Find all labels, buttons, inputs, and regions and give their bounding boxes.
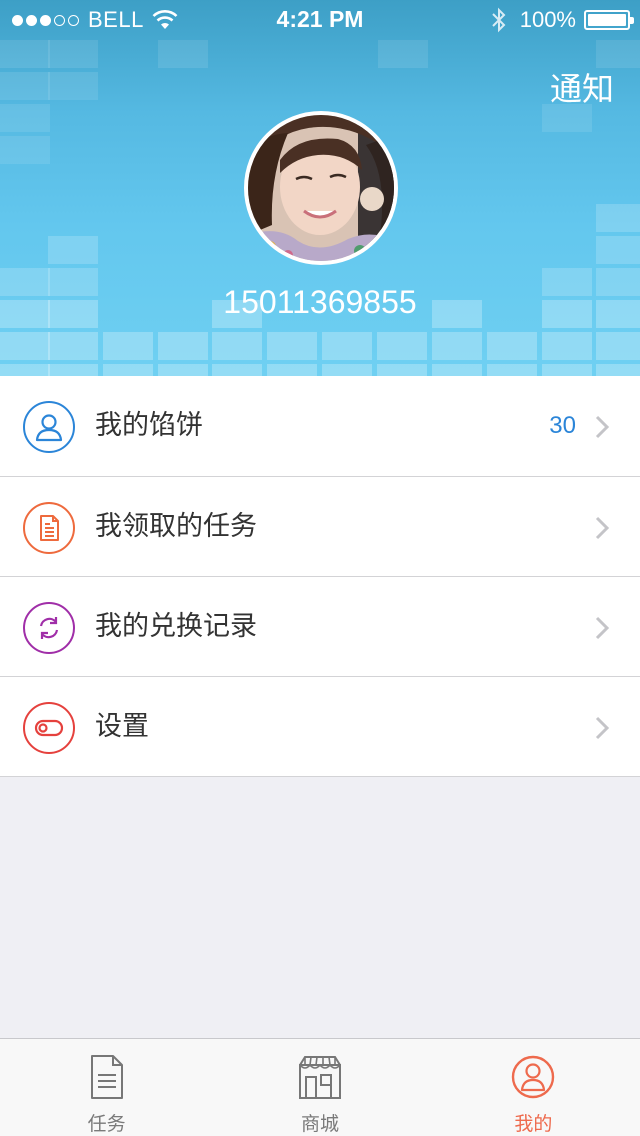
avatar[interactable] [244, 111, 398, 265]
chevron-right-icon [595, 415, 610, 439]
tab-label: 我的 [514, 1113, 553, 1135]
status-bar: BELL 4:21 PM 100% [0, 0, 640, 40]
document-icon [23, 502, 75, 554]
bluetooth-icon [492, 7, 506, 33]
notification-button[interactable]: 通知 [550, 64, 614, 110]
profile-menu: 我的馅饼 30 我领取的任务 我的兑换记录 设置 [0, 376, 640, 777]
tab-label: 商城 [300, 1113, 339, 1135]
menu-item-claimed-tasks[interactable]: 我领取的任务 [0, 476, 640, 576]
refresh-icon [23, 602, 75, 654]
menu-item-label: 设置 [95, 711, 149, 742]
menu-item-label: 我的兑换记录 [95, 611, 257, 642]
menu-item-my-pies[interactable]: 我的馅饼 30 [0, 376, 640, 476]
user-icon [512, 1055, 555, 1099]
store-icon [298, 1056, 341, 1099]
user-phone-number: 15011369855 [223, 284, 417, 320]
tab-tasks[interactable]: 任务 [0, 1039, 213, 1136]
pie-count: 30 [549, 412, 576, 439]
menu-item-exchange-history[interactable]: 我的兑换记录 [0, 576, 640, 676]
tab-mine[interactable]: 我的 [427, 1039, 640, 1136]
toggle-icon [23, 702, 75, 754]
battery-icon [584, 10, 634, 30]
menu-item-label: 我领取的任务 [95, 511, 257, 542]
battery-percent: 100% [519, 7, 576, 32]
tab-store[interactable]: 商城 [213, 1039, 426, 1136]
menu-item-label: 我的馅饼 [95, 410, 203, 441]
chevron-right-icon [595, 616, 610, 640]
user-icon [23, 401, 75, 453]
profile-header: BELL 4:21 PM 100% 通知 15011369855 [0, 0, 640, 376]
avatar-photo [248, 115, 394, 261]
menu-item-settings[interactable]: 设置 [0, 676, 640, 776]
chevron-right-icon [595, 516, 610, 540]
document-icon [90, 1055, 123, 1099]
chevron-right-icon [595, 716, 610, 740]
tab-label: 任务 [87, 1113, 126, 1135]
tab-bar: 任务 商城 我的 [0, 1038, 640, 1136]
